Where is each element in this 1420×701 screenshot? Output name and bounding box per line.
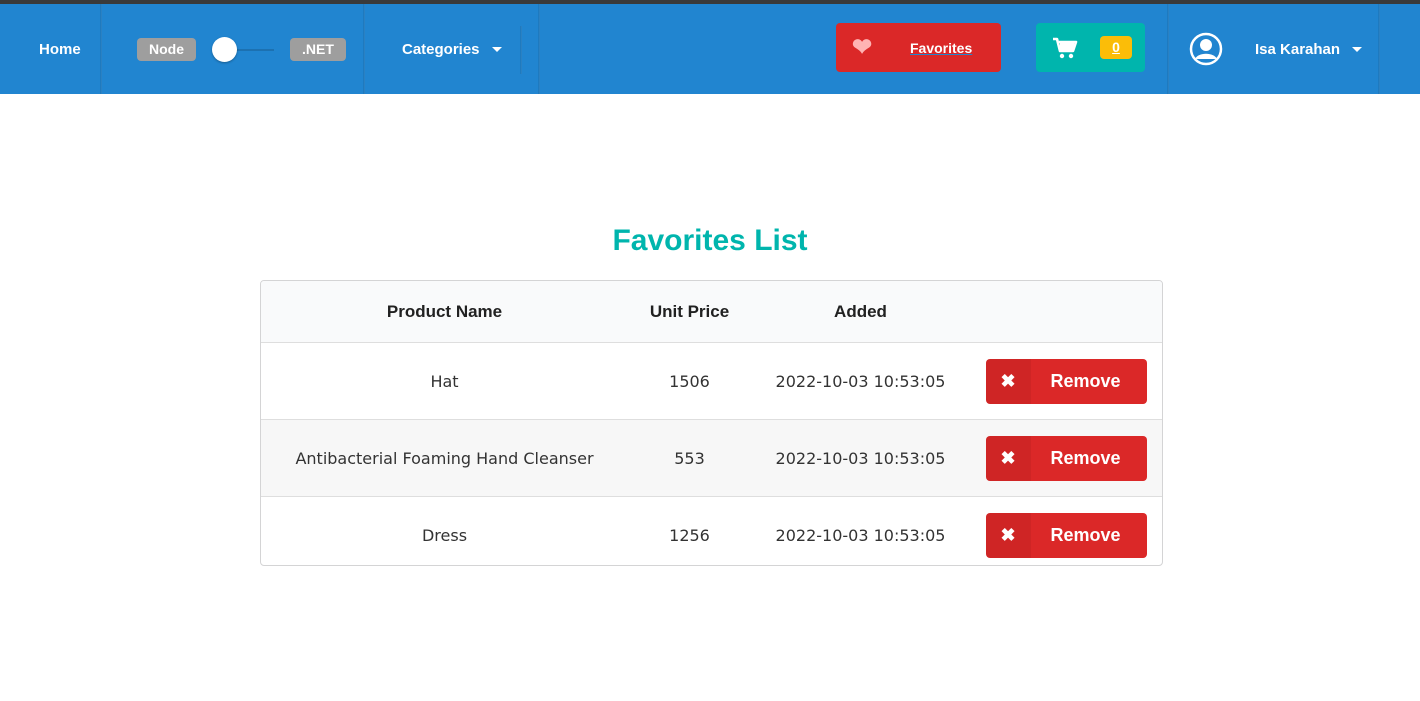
- close-icon: ✖: [985, 358, 1031, 404]
- nav-divider: [363, 4, 365, 94]
- unit-price-cell: 1256: [628, 496, 751, 565]
- unit-price-cell: 1506: [669, 371, 710, 391]
- cart-count-badge: 0: [1100, 36, 1132, 59]
- added-date-cell: 2022-10-03 10:53:05: [751, 419, 970, 497]
- nav-divider: [1378, 4, 1380, 94]
- remove-button[interactable]: ✖ Remove: [985, 435, 1147, 481]
- close-icon: ✖: [985, 512, 1031, 558]
- table-header-row: Product Name Unit Price Added: [261, 281, 1162, 343]
- slider-knob[interactable]: [212, 36, 237, 62]
- close-icon: ✖: [985, 435, 1031, 481]
- remove-label: Remove: [1050, 370, 1121, 391]
- unit-price-cell: 553: [628, 419, 751, 497]
- favorites-table: Product Name Unit Price Added Hat 1506 2…: [261, 281, 1162, 565]
- user-menu[interactable]: Isa Karahan: [1189, 4, 1363, 94]
- column-header-unit-price: Unit Price: [628, 281, 751, 343]
- favorites-button[interactable]: ❤ Favorites: [836, 23, 1001, 72]
- categories-label: Categories: [402, 40, 480, 58]
- nav-divider: [1167, 4, 1169, 94]
- added-date-cell: 2022-10-03 10:53:05: [775, 371, 946, 391]
- page-title: Favorites List: [612, 224, 808, 257]
- backend-toggle[interactable]: Node .NET: [137, 4, 346, 94]
- action-cell: ✖ Remove: [970, 343, 1162, 420]
- top-navbar: Home Node .NET Categories ❤ Favorites 0: [0, 4, 1420, 94]
- chevron-down-icon: [1352, 46, 1363, 52]
- remove-label: Remove: [1050, 524, 1121, 545]
- favorites-table-container: Product Name Unit Price Added Hat 1506 2…: [260, 280, 1163, 566]
- column-header-product-name: Product Name: [261, 281, 628, 343]
- product-name-cell: Hat: [430, 371, 459, 391]
- user-avatar-icon: [1189, 32, 1223, 66]
- toggle-node-label: Node: [137, 37, 196, 61]
- nav-home-link[interactable]: Home: [39, 4, 81, 94]
- toggle-dotnet-label: .NET: [290, 37, 346, 61]
- cart-button[interactable]: 0: [1036, 23, 1145, 72]
- product-name-cell: Antibacterial Foaming Hand Cleanser: [261, 419, 628, 497]
- nav-divider: [538, 4, 540, 94]
- remove-button[interactable]: ✖ Remove: [985, 512, 1147, 558]
- shopping-cart-icon: [1053, 37, 1078, 58]
- product-name-cell: Dress: [261, 496, 628, 565]
- toggle-slider[interactable]: [212, 36, 274, 62]
- column-header-added: Added: [751, 281, 970, 343]
- table-row: Antibacterial Foaming Hand Cleanser 553 …: [261, 419, 1162, 497]
- action-cell: ✖ Remove: [970, 419, 1162, 497]
- chevron-down-icon: [491, 46, 502, 52]
- remove-label: Remove: [1050, 447, 1121, 468]
- column-header-actions: [970, 281, 1162, 343]
- remove-button[interactable]: ✖ Remove: [985, 358, 1147, 404]
- table-row: Dress 1256 2022-10-03 10:53:05 ✖ Remove: [261, 496, 1162, 565]
- action-cell: ✖ Remove: [970, 496, 1162, 565]
- heart-icon: ❤: [852, 33, 873, 61]
- table-row: Hat 1506 2022-10-03 10:53:05 ✖ Remove: [261, 343, 1162, 420]
- categories-dropdown[interactable]: Categories: [402, 4, 502, 94]
- nav-divider: [520, 26, 522, 74]
- username-label: Isa Karahan: [1255, 40, 1341, 58]
- favorites-label: Favorites: [910, 39, 973, 56]
- nav-divider: [100, 4, 102, 94]
- added-date-cell: 2022-10-03 10:53:05: [751, 496, 970, 565]
